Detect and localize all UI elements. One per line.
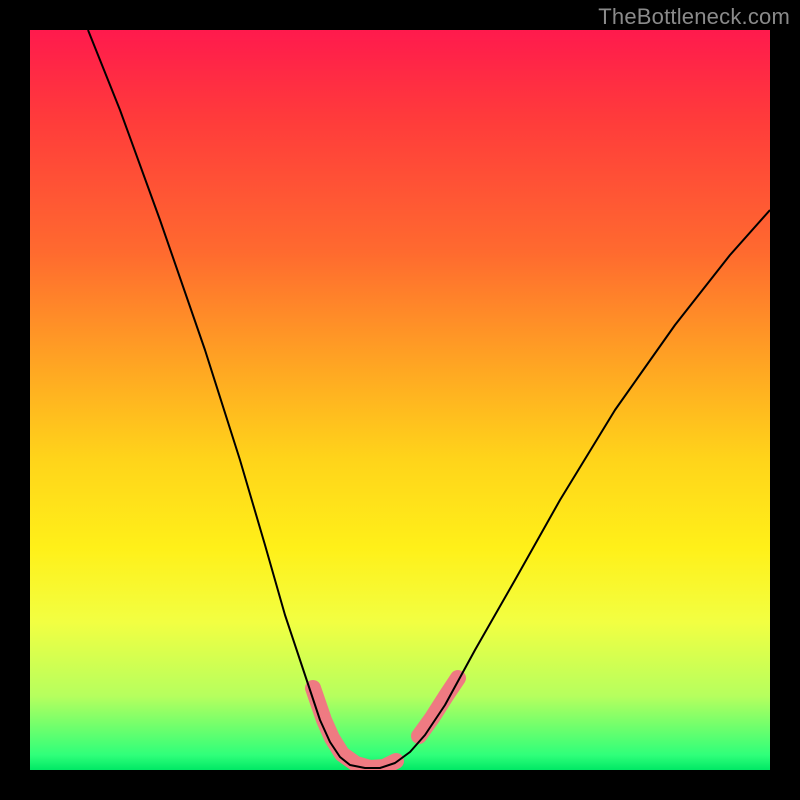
- highlight-group: [313, 678, 458, 768]
- chart-frame: TheBottleneck.com: [0, 0, 800, 800]
- highlight-right-segment: [419, 678, 458, 736]
- bottleneck-curve: [88, 30, 770, 768]
- highlight-left-segment: [313, 688, 396, 768]
- watermark-text: TheBottleneck.com: [598, 4, 790, 30]
- plot-area: [30, 30, 770, 770]
- plot-svg: [30, 30, 770, 770]
